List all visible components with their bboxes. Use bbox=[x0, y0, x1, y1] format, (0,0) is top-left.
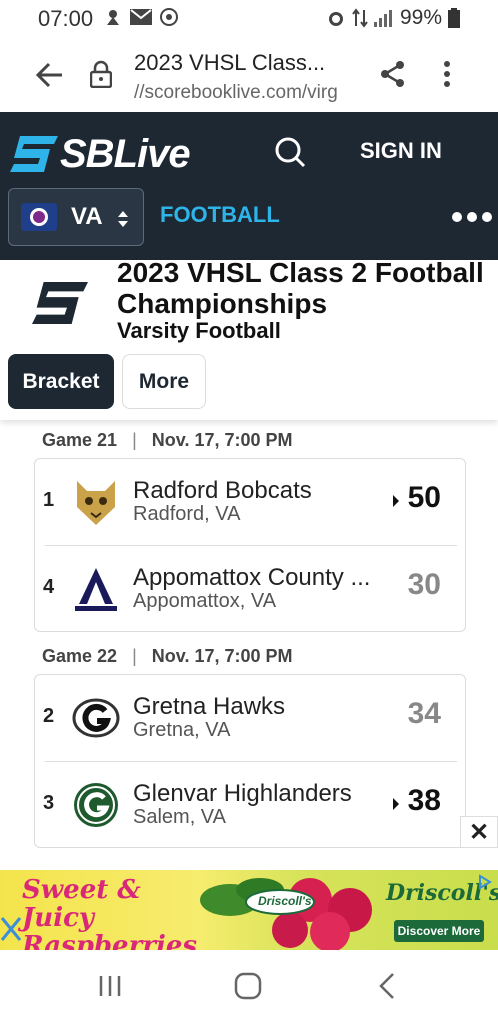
home-icon[interactable] bbox=[234, 972, 262, 1000]
more-menu-icon[interactable] bbox=[452, 212, 492, 222]
state-selector[interactable]: VA bbox=[8, 188, 144, 246]
android-nav-bar bbox=[0, 950, 498, 1023]
team-row[interactable]: 4 Appomattox County ... Appomattox, VA 3… bbox=[35, 546, 465, 632]
game-card[interactable]: 2 Gretna Hawks Gretna, VA 34 3 Glenvar H… bbox=[34, 674, 466, 848]
state-label: VA bbox=[71, 203, 103, 230]
team-score: 34 bbox=[407, 697, 441, 730]
winner-arrow-icon bbox=[393, 798, 399, 810]
event-subtitle: Varsity Football bbox=[117, 318, 281, 343]
sblive-badge-icon bbox=[32, 282, 88, 324]
status-bar: 07:00 99% bbox=[0, 0, 498, 38]
site-navbar: SBLive SIGN IN VA FOOTBALL bbox=[0, 112, 498, 260]
team-seed: 3 bbox=[43, 792, 55, 814]
team-location: Salem, VA bbox=[133, 806, 226, 828]
team-location: Gretna, VA bbox=[133, 719, 231, 741]
team-score: 50 bbox=[407, 481, 441, 514]
back-arrow-icon[interactable] bbox=[36, 62, 64, 88]
team-seed: 1 bbox=[43, 489, 55, 511]
tab-more[interactable]: More bbox=[122, 354, 206, 409]
bobcat-logo-icon bbox=[77, 481, 115, 525]
page-title-tab[interactable]: 2023 VHSL Class... bbox=[134, 50, 325, 76]
team-name[interactable]: Radford Bobcats bbox=[133, 477, 383, 505]
sign-in-link[interactable]: SIGN IN bbox=[360, 138, 442, 164]
back-icon[interactable] bbox=[378, 972, 396, 1000]
game-date: Nov. 17, 7:00 PM bbox=[151, 430, 293, 450]
search-icon[interactable] bbox=[274, 136, 306, 168]
ad-cta-button[interactable]: Discover More bbox=[394, 920, 484, 942]
lock-icon[interactable] bbox=[90, 60, 112, 88]
adchoices-icon[interactable] bbox=[478, 874, 492, 890]
raspberries-image-icon bbox=[200, 878, 372, 950]
team-seed: 4 bbox=[43, 576, 55, 598]
team-row[interactable]: 1 Radford Bobcats Radford, VA 50 bbox=[35, 459, 465, 545]
game-number: Game 21 bbox=[42, 430, 118, 450]
fan-icon bbox=[160, 8, 178, 26]
battery-icon bbox=[448, 8, 460, 28]
team-name[interactable]: Glenvar Highlanders bbox=[133, 780, 383, 808]
adchoices-close-icon[interactable] bbox=[0, 914, 22, 944]
winner-arrow-icon bbox=[393, 495, 399, 507]
game-card[interactable]: 1 Radford Bobcats Radford, VA 50 4 Appom… bbox=[34, 458, 466, 632]
team-row[interactable]: 2 Gretna Hawks Gretna, VA 34 bbox=[35, 675, 465, 761]
game-date: Nov. 17, 7:00 PM bbox=[151, 646, 293, 666]
ad-banner[interactable]: Sweet & Juicy Raspberries Driscoll's Dri… bbox=[0, 870, 498, 950]
team-location: Appomattox, VA bbox=[133, 590, 277, 612]
ad-label-brand: Driscoll's bbox=[258, 894, 312, 908]
browser-toolbar: 2023 VHSL Class... //scorebooklive.com/v… bbox=[0, 38, 498, 112]
sblive-logo-icon[interactable] bbox=[10, 136, 58, 172]
team-name[interactable]: Gretna Hawks bbox=[133, 693, 383, 721]
tab-bracket[interactable]: Bracket bbox=[8, 354, 114, 409]
notification-icon bbox=[107, 10, 119, 25]
team-location: Radford, VA bbox=[133, 503, 241, 525]
team-name[interactable]: Appomattox County ... bbox=[133, 564, 383, 592]
recent-apps-icon[interactable] bbox=[98, 974, 122, 998]
team-seed: 2 bbox=[43, 705, 55, 727]
game-label: Game 22 | Nov. 17, 7:00 PM bbox=[42, 646, 293, 666]
game-number: Game 22 bbox=[42, 646, 118, 666]
notification-icons bbox=[104, 8, 178, 26]
more-vert-icon[interactable] bbox=[443, 60, 451, 88]
team-score: 30 bbox=[407, 568, 441, 601]
glenvar-logo-icon bbox=[74, 783, 118, 827]
data-transfer-icon bbox=[352, 8, 368, 28]
alarm-icon bbox=[328, 12, 343, 26]
mail-icon bbox=[130, 9, 152, 25]
sblive-logo[interactable]: SBLive bbox=[60, 132, 191, 177]
team-row[interactable]: 3 Glenvar Highlanders Salem, VA 38 bbox=[35, 762, 465, 848]
url-field[interactable]: //scorebooklive.com/virg bbox=[134, 82, 356, 104]
status-time: 07:00 bbox=[38, 6, 94, 31]
battery-percent: 99% bbox=[399, 6, 442, 29]
close-ad-button[interactable]: ✕ bbox=[460, 816, 498, 848]
sport-football-link[interactable]: FOOTBALL bbox=[160, 202, 280, 228]
team-score: 38 bbox=[407, 784, 441, 817]
system-icons: 99% bbox=[326, 6, 460, 30]
event-title: 2023 VHSL Class 2 Football Championships bbox=[117, 257, 484, 319]
share-icon[interactable] bbox=[380, 60, 406, 88]
chevron-updown-icon bbox=[118, 211, 128, 227]
virginia-flag-icon bbox=[21, 203, 57, 231]
game-label: Game 21 | Nov. 17, 7:00 PM bbox=[42, 430, 293, 450]
raiders-logo-icon bbox=[75, 568, 117, 611]
signal-icon bbox=[373, 10, 392, 27]
gretna-hawks-logo-icon bbox=[72, 698, 120, 738]
ad-headline[interactable]: Sweet & Juicy Raspberries bbox=[22, 876, 197, 950]
